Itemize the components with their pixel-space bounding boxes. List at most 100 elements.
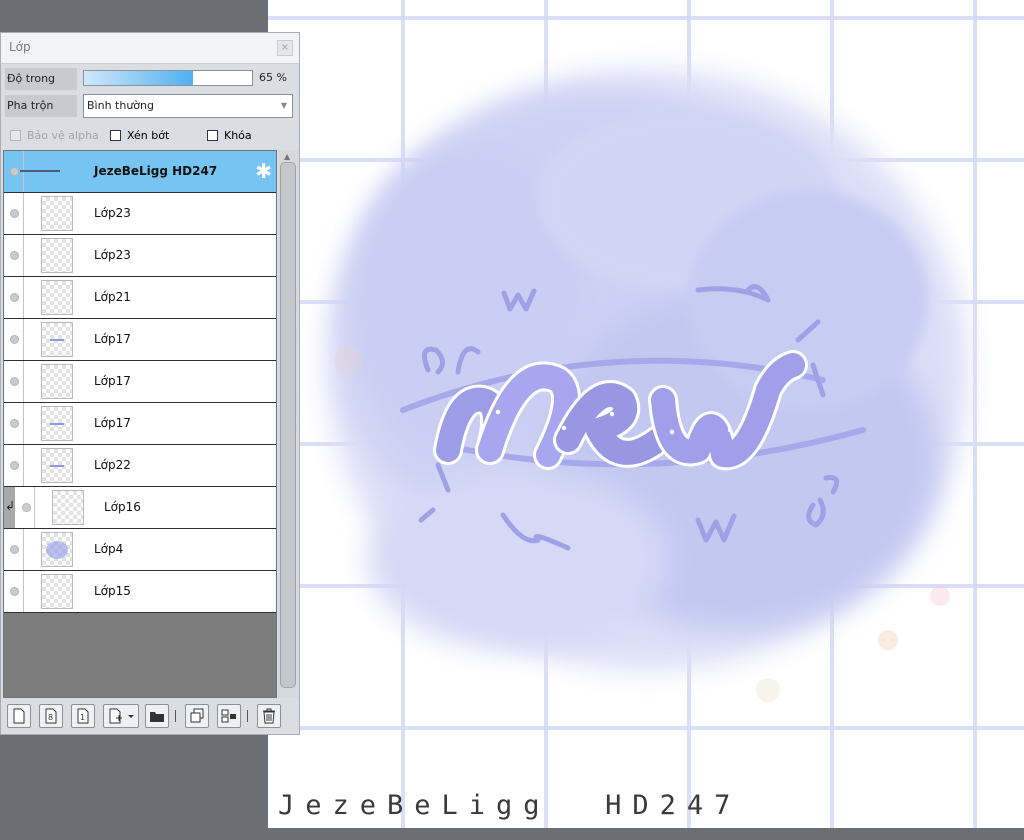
checkbox-box	[207, 130, 218, 141]
opacity-slider-fill	[84, 71, 194, 85]
scroll-up-icon[interactable]: ▲	[284, 152, 290, 161]
layer-thumbnail	[41, 280, 73, 315]
layer-name: Lớp22	[94, 458, 131, 472]
protect-alpha-label: Bảo vệ alpha	[27, 129, 99, 142]
layer-toolbar: 8 1	[3, 700, 299, 732]
layer-name: Lớp21	[94, 290, 131, 304]
eye-icon[interactable]	[22, 503, 31, 512]
layer-name: Lớp17	[94, 332, 131, 346]
eye-icon[interactable]	[10, 209, 19, 218]
panel-title: Lớp	[9, 40, 31, 54]
blend-mode-select[interactable]: Bình thường ▼	[83, 94, 293, 118]
checkbox-box	[10, 130, 21, 141]
row-divider	[23, 319, 24, 360]
row-divider	[23, 403, 24, 444]
thumbnail-stroke	[50, 339, 64, 341]
lock-checkbox[interactable]: Khóa	[207, 128, 252, 144]
close-icon[interactable]: ×	[277, 40, 293, 56]
signature-watermark: JezeBeLigg HD247	[278, 790, 742, 821]
scrollbar-thumb[interactable]	[280, 162, 296, 688]
layer-list-scrollbar[interactable]: ▲	[278, 150, 298, 698]
clip-arrow-icon: ↲	[5, 499, 16, 513]
svg-text:8: 8	[48, 713, 53, 722]
new-1bit-layer-icon[interactable]: 1	[71, 704, 95, 728]
thumbnail-blot	[46, 541, 68, 559]
trash-icon[interactable]	[257, 704, 281, 728]
layer-thumbnail	[41, 322, 73, 357]
protect-alpha-checkbox[interactable]: Bảo vệ alpha	[10, 128, 99, 144]
eye-icon[interactable]	[10, 293, 19, 302]
blend-mode-label: Pha trộn	[5, 95, 77, 117]
clip-label: Xén bớt	[127, 129, 170, 142]
watercolor-blob	[328, 70, 968, 670]
layer-name: JezeBeLigg HD247	[94, 164, 218, 178]
layer-name: Lớp23	[94, 206, 131, 220]
layer-row[interactable]: Lớp23	[4, 193, 276, 235]
layer-name: Lớp16	[104, 500, 141, 514]
row-divider	[23, 529, 24, 570]
layer-name: Lớp17	[94, 416, 131, 430]
signature-thumbnail	[20, 170, 60, 172]
eye-icon[interactable]	[10, 251, 19, 260]
eye-icon[interactable]	[10, 377, 19, 386]
layer-row[interactable]: Lớp4	[4, 529, 276, 571]
eye-icon[interactable]	[10, 545, 19, 554]
new-folder-icon[interactable]	[145, 704, 169, 728]
toolbar-separator	[247, 710, 248, 722]
layer-thumbnail	[41, 406, 73, 441]
new-vector-layer-icon[interactable]	[103, 704, 139, 728]
layer-row[interactable]: JezeBeLigg HD247 ✱	[4, 151, 276, 193]
row-divider	[23, 277, 24, 318]
layer-thumbnail	[52, 490, 84, 525]
merge-down-icon[interactable]	[217, 704, 241, 728]
layer-row[interactable]: Lớp17	[4, 403, 276, 445]
blend-mode-value: Bình thường	[87, 99, 154, 112]
drawing-canvas[interactable]	[268, 0, 1024, 828]
layer-thumbnail	[41, 532, 73, 567]
clipping-indicator: ↲	[4, 487, 15, 528]
row-divider	[23, 193, 24, 234]
svg-text:1: 1	[80, 713, 85, 722]
layer-row[interactable]: Lớp17	[4, 319, 276, 361]
row-divider	[23, 235, 24, 276]
new-8bit-layer-icon[interactable]: 8	[39, 704, 63, 728]
chevron-down-icon: ▼	[280, 101, 287, 110]
opacity-slider[interactable]	[83, 70, 253, 86]
layer-thumbnail	[41, 364, 73, 399]
thumbnail-stroke	[50, 423, 64, 425]
layer-thumbnail	[41, 196, 73, 231]
eye-icon[interactable]	[10, 167, 19, 176]
canvas-bottom-margin	[268, 828, 1024, 840]
eye-icon[interactable]	[10, 335, 19, 344]
gear-icon[interactable]: ✱	[255, 160, 272, 182]
layer-row[interactable]: Lớp22	[4, 445, 276, 487]
row-divider	[23, 571, 24, 612]
layer-row[interactable]: ↲ Lớp16	[4, 487, 276, 529]
clip-checkbox[interactable]: Xén bớt	[110, 128, 169, 144]
checkbox-box	[110, 130, 121, 141]
layer-row[interactable]: Lớp15	[4, 571, 276, 613]
eye-icon[interactable]	[10, 419, 19, 428]
layer-row[interactable]: Lớp23	[4, 235, 276, 277]
layer-row[interactable]: Lớp17	[4, 361, 276, 403]
layer-row[interactable]: Lớp21	[4, 277, 276, 319]
layer-list[interactable]: JezeBeLigg HD247 ✱ Lớp23 Lớp23 Lớp21 Lớp…	[3, 150, 277, 698]
panel-title-bar[interactable]: Lớp ×	[1, 33, 299, 64]
layer-name: Lớp15	[94, 584, 131, 598]
lock-label: Khóa	[224, 129, 252, 142]
eye-icon[interactable]	[10, 587, 19, 596]
thumbnail-stroke	[50, 465, 64, 467]
layer-name: Lớp4	[94, 542, 124, 556]
opacity-label: Độ trong	[5, 68, 77, 90]
opacity-value: 65 %	[259, 71, 287, 84]
duplicate-layer-icon[interactable]	[185, 704, 209, 728]
eye-icon[interactable]	[10, 461, 19, 470]
new-raster-layer-icon[interactable]	[7, 704, 31, 728]
layer-name: Lớp23	[94, 248, 131, 262]
row-divider	[34, 487, 35, 528]
layer-thumbnail	[41, 238, 73, 273]
toolbar-separator	[175, 710, 176, 722]
row-divider	[23, 445, 24, 486]
layer-panel: Lớp × Độ trong 65 % Pha trộn Bình thường…	[0, 32, 300, 735]
row-divider	[23, 361, 24, 402]
